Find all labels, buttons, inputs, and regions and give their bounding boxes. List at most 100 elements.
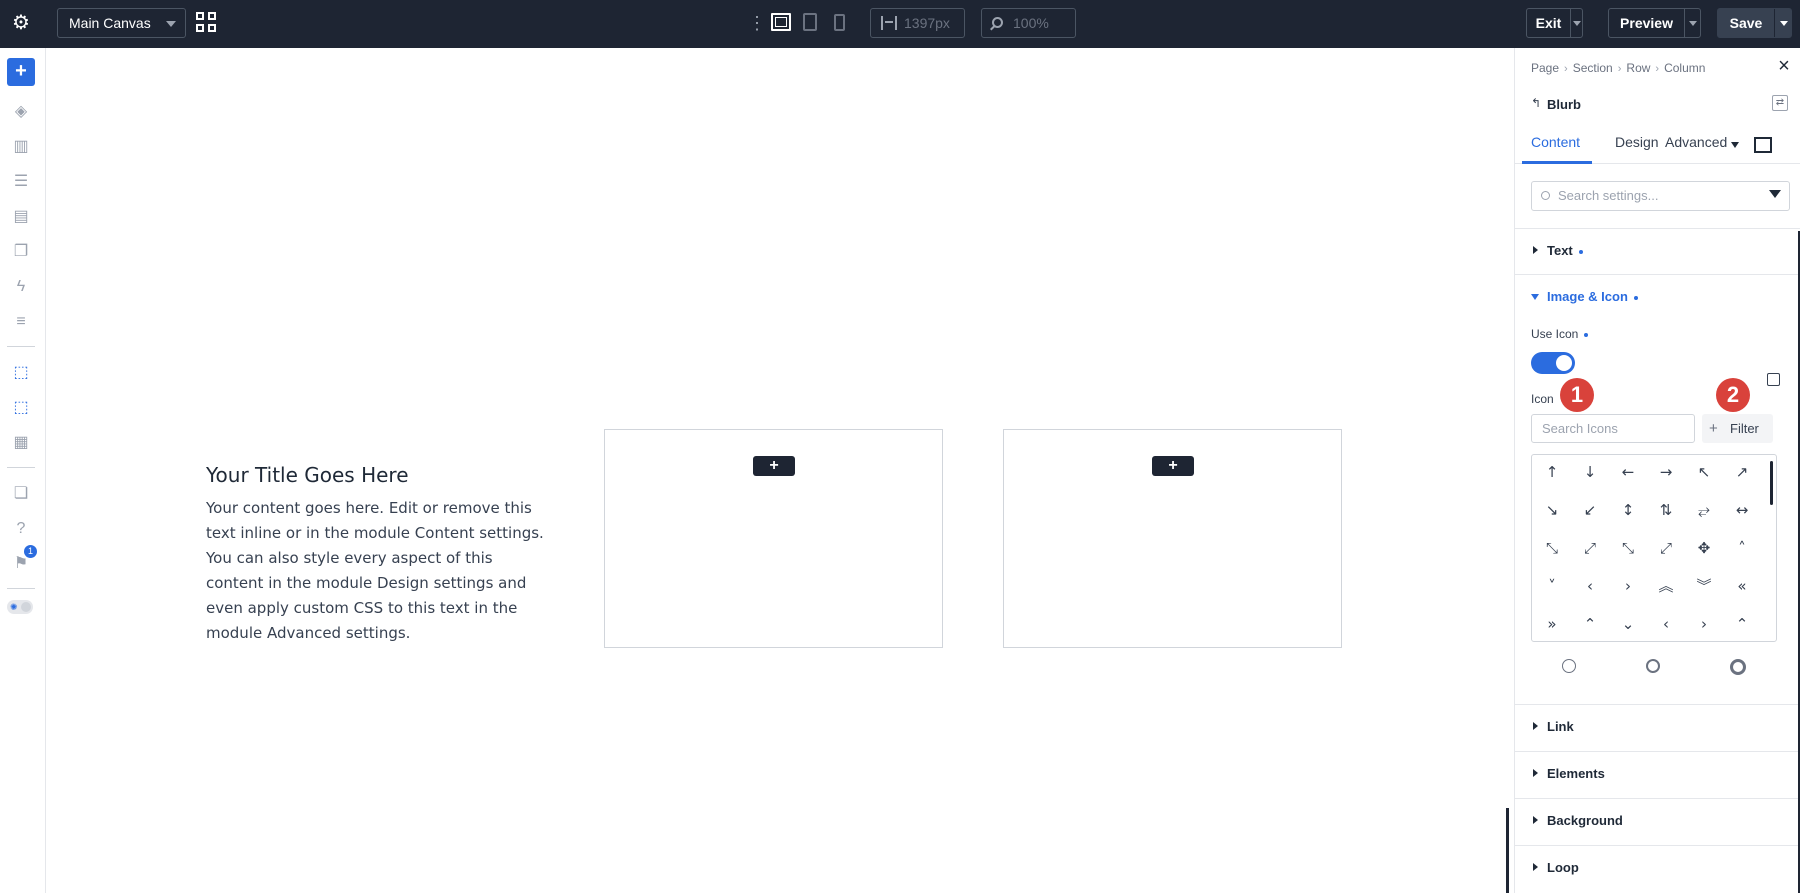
blurb-body[interactable]: Your content goes here. Edit or remove t… [206, 496, 546, 646]
arrow-down-icon[interactable]: ↓ [1575, 457, 1605, 487]
icon-size-small[interactable] [1562, 659, 1576, 673]
icon-size-large[interactable] [1730, 659, 1746, 675]
caret-left-icon[interactable]: ‹ [1575, 571, 1605, 601]
help-icon[interactable]: ? [11, 519, 31, 539]
compress-diag-icon[interactable]: ⤡ [1613, 533, 1643, 563]
icon-search-input[interactable]: Search Icons [1531, 414, 1695, 443]
caret-down-icon[interactable]: ˅ [1537, 571, 1567, 601]
double-right-icon[interactable]: » [1537, 609, 1567, 639]
move-icon[interactable]: ✥ [1689, 533, 1719, 563]
section-loop[interactable]: Loop [1515, 845, 1800, 891]
section-text[interactable]: Text [1515, 228, 1800, 274]
modified-dot [1633, 295, 1638, 300]
desktop-view-icon[interactable] [771, 13, 791, 31]
circle-down-icon[interactable]: ⌄ [1613, 609, 1643, 639]
tablet-view-icon[interactable] [803, 13, 817, 31]
lightning-icon[interactable]: ϟ [11, 277, 31, 297]
section-background-label: Background [1547, 813, 1623, 828]
theme-toggle[interactable]: ✺ [7, 600, 33, 614]
circle-double-up-icon[interactable]: ⌃ [1727, 609, 1757, 639]
caret-right-icon[interactable]: › [1613, 571, 1643, 601]
arrows-updown-pair-icon[interactable]: ⇅ [1651, 495, 1681, 525]
section-background[interactable]: Background [1515, 798, 1800, 844]
save-dropdown-icon[interactable] [1780, 21, 1788, 26]
layout-grid-icon[interactable] [196, 12, 218, 34]
filter-icon[interactable] [1769, 190, 1781, 198]
canvas-scrollbar[interactable] [1506, 808, 1509, 893]
icon-grid-scrollbar[interactable] [1770, 461, 1773, 505]
icon-picker-grid: ↑ ↓ ← → ↖ ↗ ↘ ↙ ↕ ⇅ ⥂ ↔ ⤡ ⤢ ⤡ ⤢ ✥ ˄ ˅ ‹ › ︽ ︾ « » ⌃ ⌄ ‹ › ⌃ [1531, 454, 1777, 642]
windows-icon[interactable]: ❏ [11, 484, 31, 504]
arrow-down-left-icon[interactable]: ↙ [1575, 495, 1605, 525]
arrow-up-down-icon[interactable]: ↕ [1613, 495, 1643, 525]
breadcrumb-row[interactable]: Row [1626, 61, 1650, 75]
preview-dropdown-icon[interactable] [1689, 21, 1697, 26]
canvas-width-field[interactable]: 1397px [870, 8, 965, 38]
use-icon-toggle[interactable] [1531, 352, 1575, 374]
arrow-right-icon[interactable]: → [1651, 457, 1681, 487]
pages-icon[interactable]: ❐ [11, 242, 31, 262]
double-up-icon[interactable]: ︽ [1651, 571, 1681, 601]
caret-up-icon[interactable]: ˄ [1727, 533, 1757, 563]
arrow-down-right-icon[interactable]: ↘ [1537, 495, 1567, 525]
empty-column[interactable]: + [1003, 429, 1342, 648]
add-module-button[interactable]: + [7, 58, 35, 86]
expand-icon[interactable] [1767, 373, 1780, 386]
section-image-icon[interactable]: Image & Icon [1515, 274, 1800, 320]
circle-left-icon[interactable]: ‹ [1651, 609, 1681, 639]
resize-diag-icon[interactable]: ⤡ [1537, 533, 1567, 563]
layers-icon[interactable]: ◈ [11, 102, 31, 122]
preset-box-icon[interactable] [1754, 137, 1772, 153]
tab-advanced[interactable]: Advanced [1665, 134, 1727, 150]
arrows-leftright-pair-icon[interactable]: ⥂ [1689, 495, 1719, 525]
exit-button[interactable]: Exit [1526, 8, 1583, 38]
template-icon[interactable]: ▦ [11, 433, 31, 453]
database-icon[interactable]: ☰ [11, 172, 31, 192]
back-icon[interactable]: ↰ [1531, 96, 1541, 110]
breadcrumb-section[interactable]: Section [1573, 61, 1613, 75]
add-module-button[interactable]: + [753, 456, 795, 476]
tab-content[interactable]: Content [1531, 134, 1580, 150]
more-options-icon[interactable]: ⋮ [748, 12, 766, 34]
double-down-icon[interactable]: ︾ [1689, 571, 1719, 601]
list-icon[interactable]: ≡ [11, 312, 31, 332]
arrow-left-icon[interactable]: ← [1613, 457, 1643, 487]
circle-right-icon[interactable]: › [1689, 609, 1719, 639]
section-link[interactable]: Link [1515, 704, 1800, 750]
double-left-icon[interactable]: « [1727, 571, 1757, 601]
tab-design[interactable]: Design [1615, 134, 1659, 150]
forms-icon[interactable]: ▤ [11, 207, 31, 227]
expand-diag-2-icon[interactable]: ⤢ [1651, 533, 1681, 563]
select-module-icon[interactable]: ⬚ [11, 398, 31, 418]
circle-up-icon[interactable]: ⌃ [1575, 609, 1605, 639]
settings-search-input[interactable]: Search settings... [1531, 181, 1790, 211]
save-button[interactable]: Save [1717, 8, 1792, 38]
zoom-field[interactable]: 100% [981, 8, 1076, 38]
icon-filter-label: Filter [1730, 421, 1759, 436]
gear-icon[interactable]: ⚙ [10, 12, 32, 34]
icon-size-medium[interactable] [1646, 659, 1660, 673]
empty-column[interactable]: + [604, 429, 943, 648]
arrow-up-icon[interactable]: ↑ [1537, 457, 1567, 487]
expand-diag-icon[interactable]: ⤢ [1575, 533, 1605, 563]
icon-filter-button[interactable]: + Filter [1702, 414, 1773, 443]
exit-dropdown-icon[interactable] [1573, 21, 1581, 26]
blurb-title[interactable]: Your Title Goes Here [206, 463, 409, 487]
library-icon[interactable]: ▥ [11, 137, 31, 157]
module-options-icon[interactable]: ⇄ [1772, 95, 1788, 111]
chevron-down-icon[interactable] [1731, 142, 1739, 148]
canvas-select[interactable]: Main Canvas [57, 8, 186, 38]
select-element-icon[interactable]: ⬚ [11, 363, 31, 383]
breadcrumb-column[interactable]: Column [1664, 61, 1705, 75]
section-elements[interactable]: Elements [1515, 751, 1800, 797]
breadcrumb-page[interactable]: Page [1531, 61, 1559, 75]
arrow-up-right-icon[interactable]: ↗ [1727, 457, 1757, 487]
arrow-left-right-icon[interactable]: ↔ [1727, 495, 1757, 525]
phone-view-icon[interactable] [834, 14, 845, 31]
preview-button[interactable]: Preview [1608, 8, 1701, 38]
save-label: Save [1729, 15, 1763, 31]
use-icon-label-wrap: Use Icon [1531, 327, 1589, 341]
arrow-up-left-icon[interactable]: ↖ [1689, 457, 1719, 487]
close-icon[interactable]: × [1776, 56, 1792, 76]
add-module-button[interactable]: + [1152, 456, 1194, 476]
